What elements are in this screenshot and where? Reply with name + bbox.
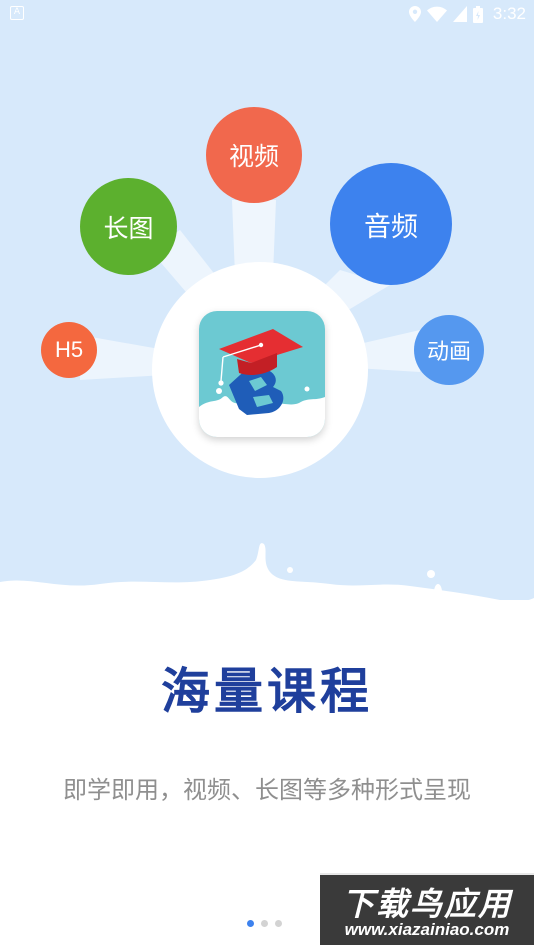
milk-splash-divider bbox=[0, 543, 534, 630]
slide-subtitle: 即学即用，视频、长图等多种形式呈现 bbox=[63, 776, 471, 804]
page-indicator[interactable] bbox=[247, 920, 282, 927]
bubble-long-image: 长图 bbox=[80, 178, 177, 275]
page-dot-1[interactable] bbox=[247, 920, 254, 927]
bubble-animation: 动画 bbox=[414, 315, 484, 385]
app-logo-graduation-cap bbox=[199, 311, 325, 437]
bubble-h5: H5 bbox=[41, 322, 97, 378]
page-dot-3[interactable] bbox=[275, 920, 282, 927]
bubble-audio: 音频 bbox=[330, 163, 452, 285]
app-logo bbox=[199, 311, 325, 437]
watermark-title: 下载鸟应用 bbox=[341, 885, 512, 923]
slide-title: 海量课程 bbox=[160, 663, 373, 720]
watermark: 下载鸟应用 www.xiazainiao.com bbox=[320, 873, 534, 945]
watermark-url: www.xiazainiao.com bbox=[344, 920, 510, 939]
bubble-video: 视频 bbox=[206, 107, 302, 203]
page-dot-2[interactable] bbox=[261, 920, 268, 927]
